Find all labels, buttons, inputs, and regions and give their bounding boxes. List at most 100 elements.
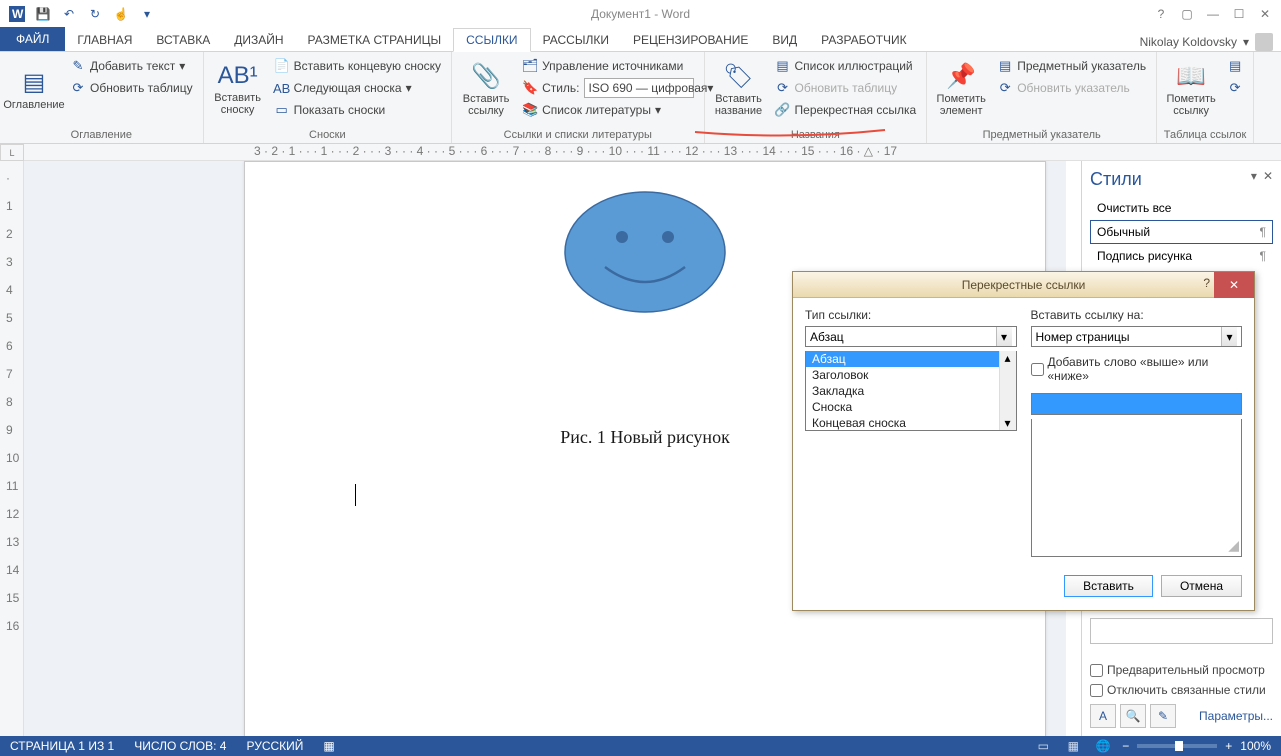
titlebar-controls: ? ▢ — ☐ ✕ xyxy=(1153,7,1273,21)
chevron-down-icon[interactable]: ▾ xyxy=(996,327,1012,346)
save-button[interactable]: 💾 xyxy=(32,3,54,25)
status-bar: СТРАНИЦА 1 ИЗ 1 ЧИСЛО СЛОВ: 4 РУССКИЙ ▦ … xyxy=(0,736,1281,756)
ribbon-tabs: ФАЙЛ ГЛАВНАЯ ВСТАВКА ДИЗАЙН РАЗМЕТКА СТР… xyxy=(0,28,1281,52)
add-text-button[interactable]: ✎Добавить текст ▾ xyxy=(66,56,197,76)
close-button[interactable]: ✕ xyxy=(1257,7,1273,21)
toc-button[interactable]: ▤Оглавление xyxy=(6,54,62,124)
ruler-corner[interactable]: L xyxy=(0,144,24,161)
avatar[interactable] xyxy=(1255,33,1273,51)
horizontal-ruler[interactable]: 3 · 2 · 1 · · · 1 · · · 2 · · · 3 · · · … xyxy=(24,144,1281,161)
tab-view[interactable]: ВИД xyxy=(760,29,809,51)
update-toc-button[interactable]: ⟳Обновить таблицу xyxy=(66,78,197,98)
figure-caption[interactable]: Рис. 1 Новый рисунок xyxy=(560,427,730,448)
ribbon: ▤Оглавление ✎Добавить текст ▾ ⟳Обновить … xyxy=(0,52,1281,144)
qat-more-button[interactable]: ▾ xyxy=(136,3,158,25)
insert-toa-button[interactable]: ▤ xyxy=(1223,56,1247,76)
user-name[interactable]: Nikolay Koldovsky xyxy=(1140,35,1237,49)
tab-home[interactable]: ГЛАВНАЯ xyxy=(65,29,144,51)
zoom-out-button[interactable]: − xyxy=(1122,739,1129,753)
tabs-user: Nikolay Koldovsky▾ xyxy=(1140,33,1273,51)
maximize-button[interactable]: ☐ xyxy=(1231,7,1247,21)
mark-citation-button[interactable]: 📖Пометить ссылку xyxy=(1163,54,1219,124)
update-index-button: ⟳Обновить указатель xyxy=(993,78,1150,98)
text-cursor xyxy=(355,484,356,506)
dialog-titlebar[interactable]: Перекрестные ссылки ? ✕ xyxy=(793,272,1254,298)
citation-style-combo[interactable]: 🔖Стиль: ISO 690 — цифровая▾ xyxy=(518,78,697,98)
tab-mailings[interactable]: РАССЫЛКИ xyxy=(531,29,621,51)
insert-caption-button[interactable]: 🏷Вставить название xyxy=(711,54,767,124)
pane-close-icon[interactable]: ✕ xyxy=(1263,169,1273,183)
styles-options-link[interactable]: Параметры... xyxy=(1199,709,1273,723)
disable-linked-checkbox[interactable]: Отключить связанные стили xyxy=(1090,680,1273,700)
new-style-button[interactable]: A xyxy=(1090,704,1116,728)
list-figures-button[interactable]: ▤Список иллюстраций xyxy=(771,56,921,76)
dialog-selected-item-bar xyxy=(1031,393,1243,415)
opt-bookmark[interactable]: Закладка xyxy=(806,383,999,399)
vertical-ruler[interactable]: ·12345678910111213141516 xyxy=(0,161,24,736)
ribbon-display-icon[interactable]: ▢ xyxy=(1179,7,1195,21)
group-toa: 📖Пометить ссылку ▤ ⟳ Таблица ссылок xyxy=(1157,52,1254,143)
insert-ref-combo[interactable]: Номер страницы ▾ xyxy=(1031,326,1243,347)
include-above-below-checkbox[interactable]: Добавить слово «выше» или «ниже» xyxy=(1031,351,1243,383)
view-print-button[interactable]: ▦ xyxy=(1062,737,1084,755)
style-normal[interactable]: Обычный¶ xyxy=(1090,220,1273,244)
cross-reference-button[interactable]: 🔗Перекрестная ссылка xyxy=(771,100,921,120)
insert-index-button[interactable]: ▤Предметный указатель xyxy=(993,56,1150,76)
tab-review[interactable]: РЕЦЕНЗИРОВАНИЕ xyxy=(621,29,760,51)
minimize-button[interactable]: — xyxy=(1205,7,1221,21)
opt-footnote[interactable]: Сноска xyxy=(806,399,999,415)
status-page[interactable]: СТРАНИЦА 1 ИЗ 1 xyxy=(0,739,124,753)
insert-footnote-button[interactable]: AB¹Вставить сноску xyxy=(210,54,266,124)
show-footnotes-button[interactable]: ▭Показать сноски xyxy=(270,100,445,120)
opt-endnote[interactable]: Концевая сноска xyxy=(806,415,999,430)
dialog-help-icon[interactable]: ? xyxy=(1203,276,1210,290)
ref-type-combo[interactable]: Абзац ▾ xyxy=(805,326,1017,347)
style-inspector-button[interactable]: 🔍 xyxy=(1120,704,1146,728)
insert-endnote-button[interactable]: 📄Вставить концевую сноску xyxy=(270,56,445,76)
status-macro-icon[interactable]: ▦ xyxy=(313,739,344,753)
chevron-down-icon[interactable]: ▾ xyxy=(1221,327,1237,346)
smiley-shape[interactable] xyxy=(560,187,730,317)
bibliography-button[interactable]: 📚Список литературы ▾ xyxy=(518,100,697,120)
style-clear-all[interactable]: Очистить все xyxy=(1090,196,1273,220)
insert-ref-label: Вставить ссылку на: xyxy=(1031,308,1243,322)
update-captions-button: ⟳Обновить таблицу xyxy=(771,78,921,98)
tab-references[interactable]: ССЫЛКИ xyxy=(453,28,530,52)
style-caption[interactable]: Подпись рисунка¶ xyxy=(1090,244,1273,268)
view-web-button[interactable]: 🌐 xyxy=(1092,737,1114,755)
dropdown-scrollbar[interactable]: ▴▾ xyxy=(999,351,1016,430)
titlebar: W 💾 ↶ ↻ ☝ ▾ Документ1 - Word ? ▢ — ☐ ✕ xyxy=(0,0,1281,28)
dialog-item-listbox[interactable]: ◢ xyxy=(1031,419,1243,557)
undo-button[interactable]: ↶ xyxy=(58,3,80,25)
opt-paragraph[interactable]: Абзац xyxy=(806,351,999,367)
zoom-level[interactable]: 100% xyxy=(1240,739,1271,753)
opt-heading[interactable]: Заголовок xyxy=(806,367,999,383)
tab-developer[interactable]: РАЗРАБОТЧИК xyxy=(809,29,919,51)
touch-button[interactable]: ☝ xyxy=(110,3,132,25)
pane-options-icon[interactable]: ▾ xyxy=(1251,169,1257,183)
tab-insert[interactable]: ВСТАВКА xyxy=(144,29,222,51)
redo-button[interactable]: ↻ xyxy=(84,3,106,25)
manage-styles-button[interactable]: ✎ xyxy=(1150,704,1176,728)
tab-design[interactable]: ДИЗАЙН xyxy=(222,29,295,51)
view-read-button[interactable]: ▭ xyxy=(1032,737,1054,755)
styles-preview-box xyxy=(1090,618,1273,644)
dialog-close-button[interactable]: ✕ xyxy=(1214,272,1254,298)
insert-citation-button[interactable]: 📎Вставить ссылку xyxy=(458,54,514,124)
window-title: Документ1 - Word xyxy=(591,7,690,21)
mark-entry-button[interactable]: 📌Пометить элемент xyxy=(933,54,989,124)
group-index: 📌Пометить элемент ▤Предметный указатель … xyxy=(927,52,1157,143)
ref-type-dropdown-list: Абзац Заголовок Закладка Сноска Концевая… xyxy=(805,351,1017,431)
manage-sources-button[interactable]: 🗂Управление источниками xyxy=(518,56,697,76)
help-icon[interactable]: ? xyxy=(1153,7,1169,21)
zoom-slider[interactable] xyxy=(1137,744,1217,748)
tab-file[interactable]: ФАЙЛ xyxy=(0,27,65,51)
preview-checkbox[interactable]: Предварительный просмотр xyxy=(1090,660,1273,680)
insert-button[interactable]: Вставить xyxy=(1064,575,1153,597)
zoom-in-button[interactable]: + xyxy=(1225,739,1232,753)
status-word-count[interactable]: ЧИСЛО СЛОВ: 4 xyxy=(124,739,236,753)
tab-layout[interactable]: РАЗМЕТКА СТРАНИЦЫ xyxy=(296,29,454,51)
next-footnote-button[interactable]: ABСледующая сноска ▾ xyxy=(270,78,445,98)
cancel-button[interactable]: Отмена xyxy=(1161,575,1242,597)
status-language[interactable]: РУССКИЙ xyxy=(236,739,313,753)
